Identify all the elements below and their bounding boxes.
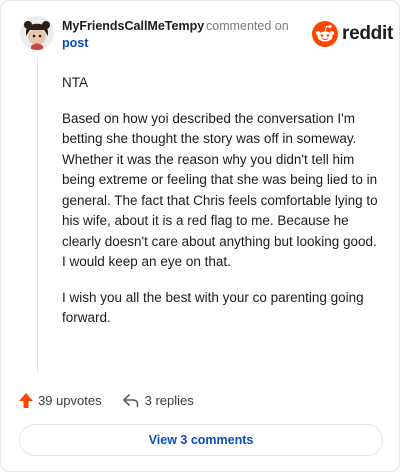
view-comments-button[interactable]: View 3 comments — [19, 424, 383, 456]
reddit-wordmark: reddit — [342, 23, 393, 44]
user-avatar-icon[interactable] — [20, 16, 54, 50]
upvote-arrow-icon — [19, 392, 33, 408]
upvote-button[interactable]: 39 upvotes — [18, 392, 102, 409]
comment-paragraph: NTA — [62, 75, 88, 90]
comment-actions: 39 upvotes 3 replies — [18, 390, 194, 410]
reddit-logo-icon — [312, 21, 338, 47]
comment-paragraph: I wish you all the best with your co par… — [62, 289, 364, 326]
comment-paragraph: Based on how yoi described the conversat… — [62, 110, 378, 270]
reply-arrow-icon — [122, 393, 138, 407]
comment-card: MyFriendsCallMeTempy commented on post r… — [0, 0, 400, 472]
reply-count: 3 replies — [144, 392, 194, 408]
upvote-count: 39 upvotes — [38, 392, 102, 408]
post-link[interactable]: post — [62, 36, 88, 50]
comment-author[interactable]: MyFriendsCallMeTempy — [62, 19, 204, 33]
reddit-logo: reddit — [312, 21, 393, 47]
comment-body: NTA Based on how yoi described the conve… — [62, 73, 380, 344]
comment-action-text: commented on — [206, 19, 289, 33]
thread-line — [37, 57, 38, 372]
replies-button[interactable]: 3 replies — [122, 393, 194, 408]
